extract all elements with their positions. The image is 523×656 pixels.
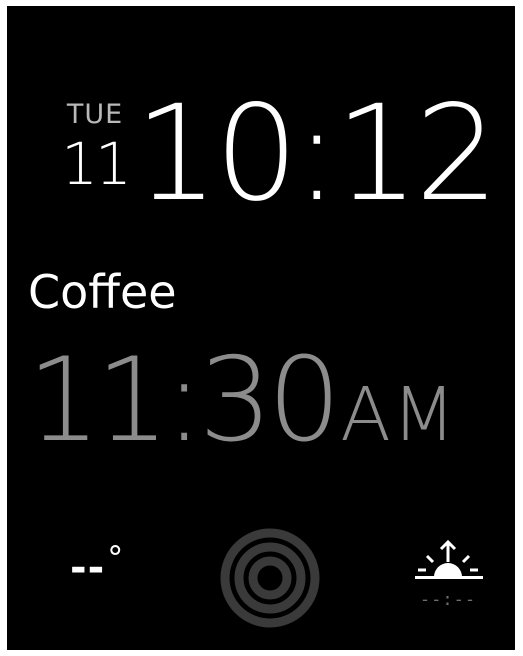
watch-face: TUE 11 10:12 Coffee 11:30AM --° --:--	[7, 6, 515, 650]
current-time: 10:12	[134, 77, 499, 231]
event-time-value: 11:30	[27, 333, 341, 468]
sunrise-icon	[415, 539, 483, 579]
temperature-complication[interactable]: --°	[70, 539, 123, 591]
calendar-event-title[interactable]: Coffee	[28, 262, 177, 322]
day-of-month: 11	[61, 130, 132, 198]
activity-complication[interactable]	[218, 526, 322, 630]
activity-rings-icon	[220, 528, 320, 628]
event-time-ampm: AM	[340, 372, 457, 458]
calendar-event-time[interactable]: 11:30AM	[27, 336, 457, 480]
sunrise-time: --:--	[419, 590, 477, 610]
degree-symbol: °	[107, 539, 124, 577]
temperature-value: --	[70, 545, 106, 591]
